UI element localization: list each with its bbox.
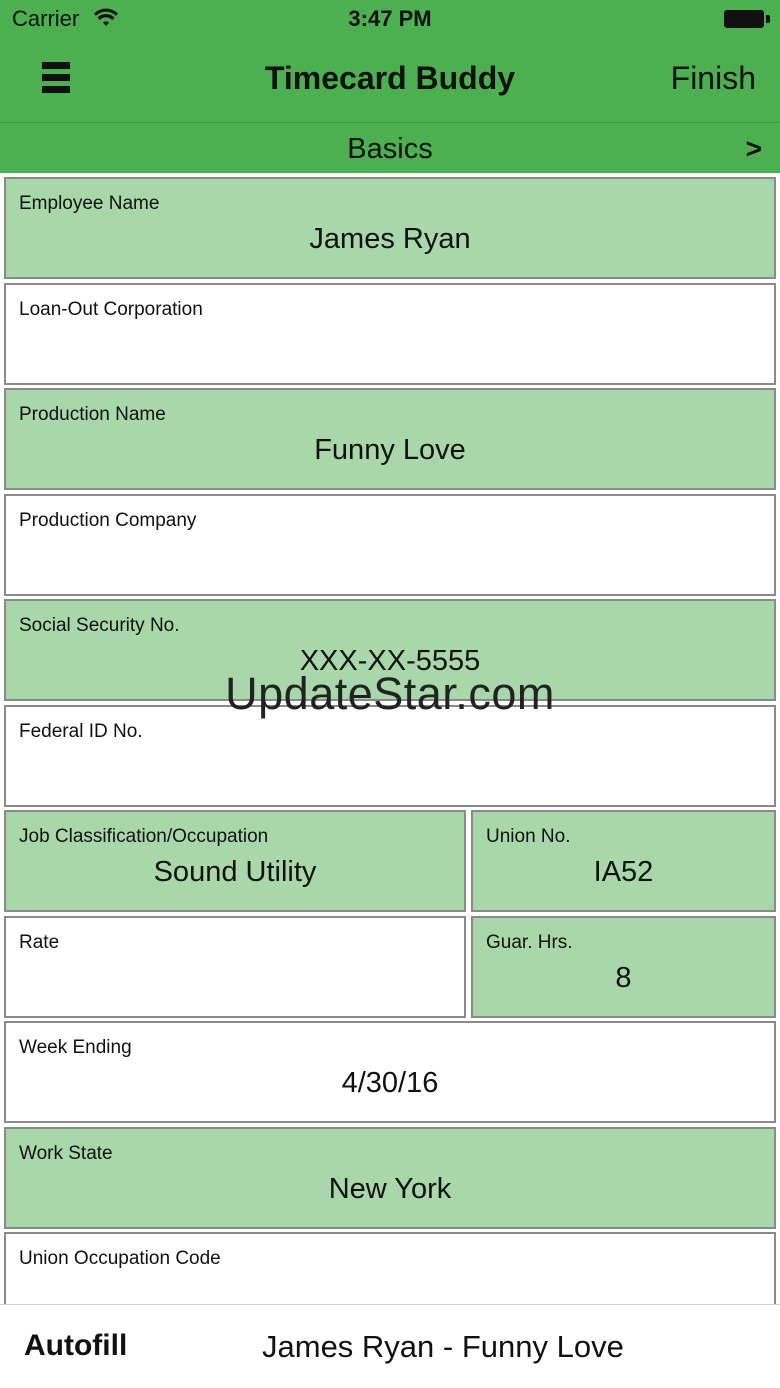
field-label: Week Ending bbox=[19, 1037, 132, 1058]
production-name-field[interactable]: Production Name Funny Love bbox=[4, 388, 776, 490]
field-label: Social Security No. bbox=[19, 615, 180, 636]
autofill-bar: Autofill James Ryan - Funny Love bbox=[0, 1304, 780, 1388]
next-section-button[interactable]: > bbox=[746, 133, 762, 165]
field-value: New York bbox=[328, 1173, 452, 1205]
field-label: Federal ID No. bbox=[19, 721, 143, 742]
field-value: 8 bbox=[615, 962, 632, 994]
loan-out-corporation-field[interactable]: Loan-Out Corporation bbox=[4, 283, 776, 385]
employee-name-field[interactable]: Employee Name James Ryan bbox=[4, 177, 776, 279]
autofill-suggestion[interactable]: James Ryan - Funny Love bbox=[262, 1329, 624, 1365]
finish-button[interactable]: Finish bbox=[671, 60, 756, 97]
navigation-bar: Timecard Buddy Finish bbox=[0, 40, 780, 122]
rate-field[interactable]: Rate bbox=[4, 916, 466, 1018]
field-label: Work State bbox=[19, 1143, 113, 1164]
status-time: 3:47 PM bbox=[348, 6, 432, 31]
field-label: Union No. bbox=[486, 826, 571, 847]
guaranteed-hours-field[interactable]: Guar. Hrs. 8 bbox=[471, 916, 776, 1018]
field-label: Guar. Hrs. bbox=[486, 932, 573, 953]
field-label: Production Company bbox=[19, 510, 197, 531]
field-value: XXX-XX-5555 bbox=[299, 645, 481, 677]
field-label: Loan-Out Corporation bbox=[19, 299, 203, 320]
field-label: Production Name bbox=[19, 404, 166, 425]
field-value: James Ryan bbox=[309, 223, 471, 255]
week-ending-field[interactable]: Week Ending 4/30/16 bbox=[4, 1021, 776, 1123]
field-value: 4/30/16 bbox=[341, 1067, 439, 1099]
field-label: Union Occupation Code bbox=[19, 1248, 221, 1269]
autofill-button[interactable]: Autofill bbox=[24, 1329, 127, 1363]
section-header: Basics > bbox=[0, 122, 780, 174]
union-no-field[interactable]: Union No. IA52 bbox=[471, 810, 776, 912]
field-label: Rate bbox=[19, 932, 60, 953]
work-state-field[interactable]: Work State New York bbox=[4, 1127, 776, 1229]
field-label: Job Classification/Occupation bbox=[19, 826, 269, 847]
field-value: IA52 bbox=[593, 856, 654, 888]
federal-id-no-field[interactable]: Federal ID No. bbox=[4, 705, 776, 807]
social-security-no-field[interactable]: Social Security No. XXX-XX-5555 bbox=[4, 599, 776, 701]
app-title: Timecard Buddy bbox=[264, 60, 516, 96]
status-bar: Carrier 3:47 PM bbox=[0, 0, 780, 40]
field-value: Sound Utility bbox=[153, 856, 317, 888]
field-label: Employee Name bbox=[19, 193, 160, 214]
header-background: Carrier 3:47 PM Timecard Buddy Finish Ba… bbox=[0, 0, 780, 173]
job-classification-field[interactable]: Job Classification/Occupation Sound Util… bbox=[4, 810, 466, 912]
production-company-field[interactable]: Production Company bbox=[4, 494, 776, 596]
field-value: Funny Love bbox=[314, 434, 466, 466]
battery-icon bbox=[724, 10, 770, 28]
section-title: Basics bbox=[347, 133, 433, 165]
